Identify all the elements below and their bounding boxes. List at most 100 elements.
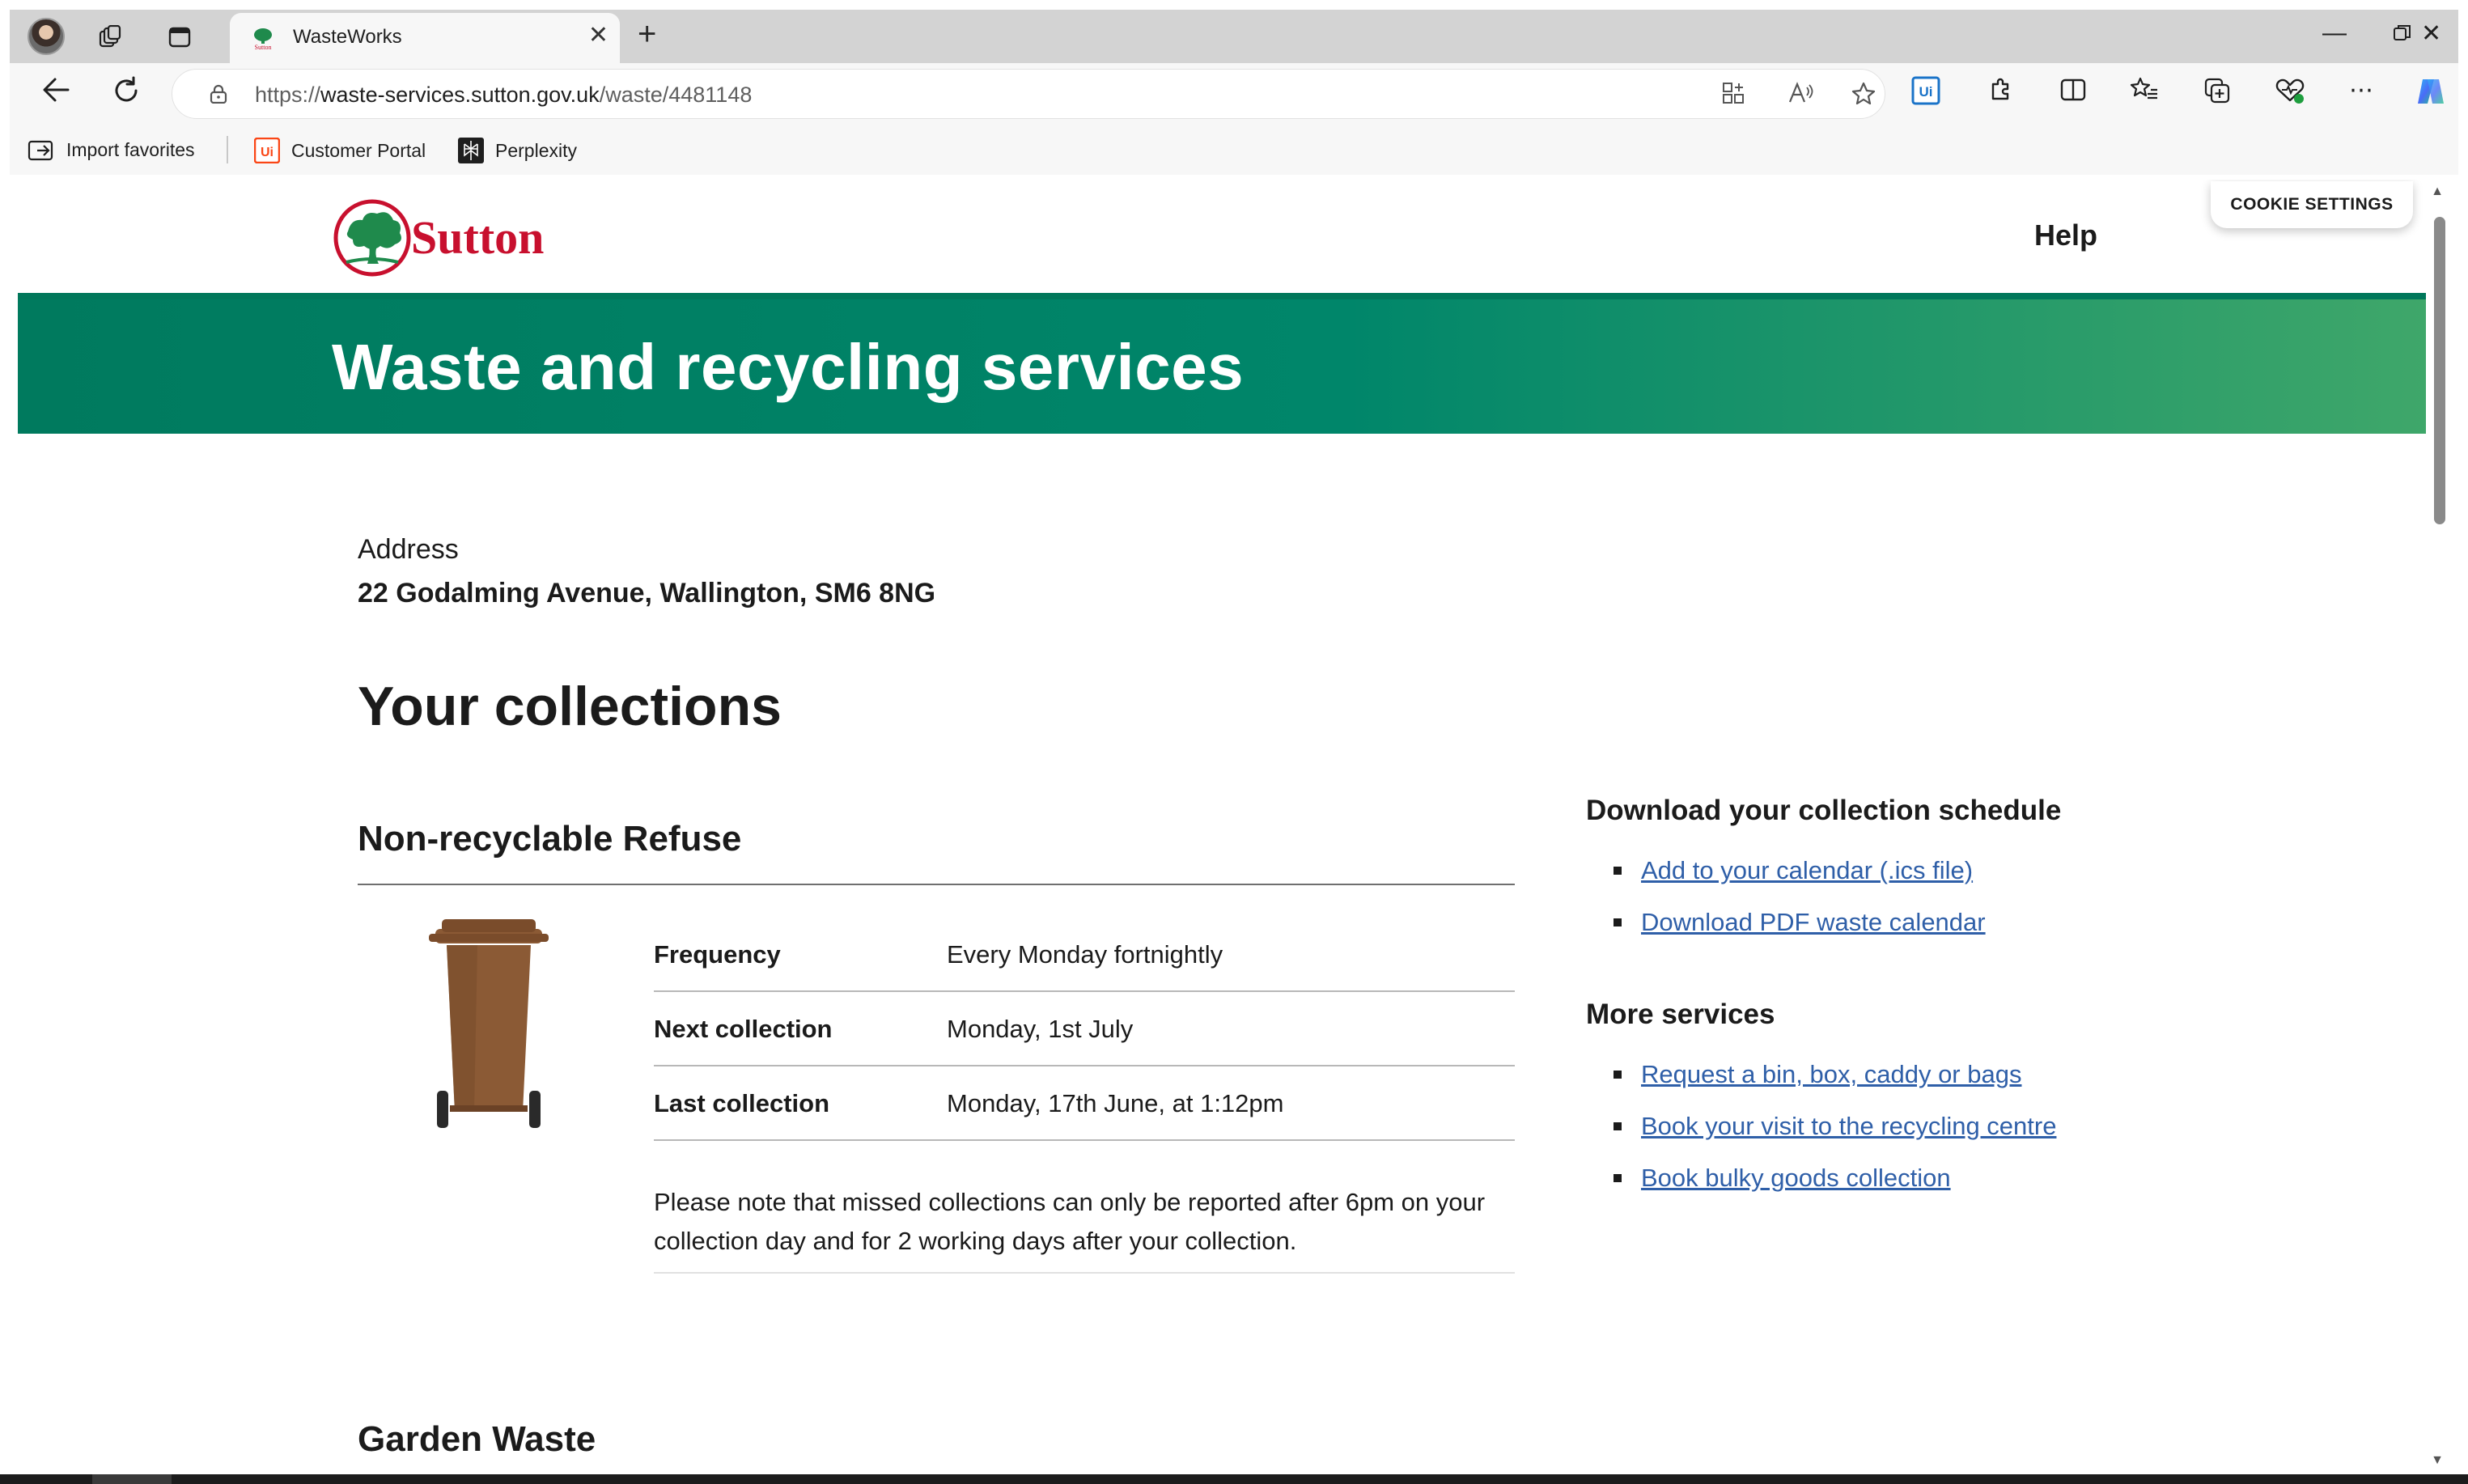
table-row: Last collection Monday, 17th June, at 1:… xyxy=(654,1066,1515,1141)
navigation-bar: https://waste-services.sutton.gov.uk/was… xyxy=(10,63,2458,125)
collections-icon[interactable] xyxy=(2201,76,2233,108)
missed-collection-note: Please note that missed collections can … xyxy=(654,1183,1515,1274)
new-tab-icon[interactable]: + xyxy=(638,16,656,53)
page-title: Waste and recycling services xyxy=(332,331,1245,403)
uipath-icon: Ui xyxy=(254,138,280,163)
bullet-icon xyxy=(1614,1174,1622,1182)
more-services-heading: More services xyxy=(1586,999,1775,1030)
scroll-up-icon[interactable]: ▲ xyxy=(2431,184,2444,199)
bullet-icon xyxy=(1614,1122,1622,1130)
address-bar[interactable]: https://waste-services.sutton.gov.uk/was… xyxy=(172,69,1885,119)
page-viewport: Sutton Help COOKIE SETTINGS Waste and re… xyxy=(18,180,2450,1473)
logo-wordmark: Sutton xyxy=(411,211,545,264)
lock-icon[interactable] xyxy=(210,84,227,104)
tab-bar: Sutton WasteWorks ✕ + — ✕ xyxy=(10,10,2458,63)
favorite-customer-portal[interactable]: Ui Customer Portal xyxy=(254,138,426,163)
list-item: Download PDF waste calendar xyxy=(1614,897,1986,948)
perplexity-icon xyxy=(458,138,484,163)
browser-essentials-icon[interactable] xyxy=(2274,76,2306,108)
workspaces-icon[interactable] xyxy=(94,21,126,53)
bullet-icon xyxy=(1614,1071,1622,1079)
service-heading-refuse: Non-recyclable Refuse xyxy=(358,819,742,859)
list-item: Book your visit to the recycling centre xyxy=(1614,1100,2056,1152)
collections-heading: Your collections xyxy=(358,676,782,737)
minimize-icon[interactable]: — xyxy=(2322,19,2347,47)
book-recycling-centre-link[interactable]: Book your visit to the recycling centre xyxy=(1641,1112,2056,1141)
address-value: 22 Godalming Avenue, Wallington, SM6 8NG xyxy=(358,578,936,608)
read-aloud-icon[interactable] xyxy=(1787,81,1813,112)
favorite-star-icon[interactable] xyxy=(1851,81,1876,113)
scroll-down-icon[interactable]: ▼ xyxy=(2431,1453,2444,1468)
list-item: Request a bin, box, caddy or bags xyxy=(1614,1049,2056,1100)
cookie-settings-button[interactable]: COOKIE SETTINGS xyxy=(2211,181,2413,228)
tab-wasteworks[interactable]: Sutton WasteWorks ✕ xyxy=(230,13,620,63)
tab-title: WasteWorks xyxy=(293,26,402,48)
row-label: Frequency xyxy=(654,940,781,969)
favorite-label: Customer Portal xyxy=(291,139,426,161)
more-services-list: Request a bin, box, caddy or bags Book y… xyxy=(1614,1049,2056,1204)
address-label: Address xyxy=(358,534,459,565)
add-to-calendar-link[interactable]: Add to your calendar (.ics file) xyxy=(1641,856,1973,885)
browser-window: Sutton WasteWorks ✕ + — ✕ https://waste-… xyxy=(0,0,2468,1484)
row-value: Monday, 1st July xyxy=(947,1015,1134,1043)
table-row: Frequency Every Monday fortnightly xyxy=(654,918,1515,992)
bullet-icon xyxy=(1614,918,1622,926)
url-scheme: https:// xyxy=(255,83,321,107)
sutton-tree-logo-icon xyxy=(333,199,411,277)
hero-banner: Waste and recycling services xyxy=(18,293,2431,434)
extensions-icon[interactable] xyxy=(1984,76,2016,108)
favorite-label: Perplexity xyxy=(495,139,577,161)
import-favorites-icon xyxy=(28,140,53,161)
close-window-icon[interactable]: ✕ xyxy=(2421,19,2441,48)
collection-details-table: Frequency Every Monday fortnightly Next … xyxy=(654,918,1515,1141)
svg-text:Sutton: Sutton xyxy=(255,44,272,50)
row-label: Next collection xyxy=(654,1015,833,1043)
row-value: Every Monday fortnightly xyxy=(947,940,1223,969)
svg-text:Ui: Ui xyxy=(1919,84,1933,100)
scroll-thumb[interactable] xyxy=(2434,217,2445,524)
refresh-icon[interactable] xyxy=(112,76,141,112)
brown-wheelie-bin-icon xyxy=(429,919,549,1128)
url-host: waste-services.sutton.gov.uk xyxy=(320,83,600,107)
table-row: Next collection Monday, 1st July xyxy=(654,992,1515,1066)
list-item: Book bulky goods collection xyxy=(1614,1152,2056,1204)
os-taskbar xyxy=(0,1474,2468,1484)
back-icon[interactable] xyxy=(40,76,71,111)
download-links-list: Add to your calendar (.ics file) Downloa… xyxy=(1614,845,1986,948)
split-screen-icon[interactable] xyxy=(2057,76,2089,108)
tab-close-icon[interactable]: ✕ xyxy=(588,21,609,49)
page-scrollbar[interactable]: ▲ ▼ xyxy=(2426,180,2450,1473)
row-label: Last collection xyxy=(654,1089,830,1117)
app-available-icon[interactable] xyxy=(1721,81,1745,112)
hero-top-border xyxy=(18,293,2431,299)
uipath-extension-icon[interactable]: Ui xyxy=(1910,76,1942,108)
favorites-icon[interactable] xyxy=(2128,76,2161,108)
vertical-tabs-icon[interactable] xyxy=(163,21,196,53)
bullet-icon xyxy=(1614,867,1622,875)
favorite-perplexity[interactable]: Perplexity xyxy=(458,138,577,163)
request-bin-link[interactable]: Request a bin, box, caddy or bags xyxy=(1641,1060,2021,1089)
help-link[interactable]: Help xyxy=(2034,218,2097,252)
svg-text:Ui: Ui xyxy=(261,146,274,159)
favorite-import[interactable]: Import favorites xyxy=(28,138,195,162)
favorites-bar: Import favorites Ui Customer Portal Perp… xyxy=(10,125,2458,175)
copilot-icon[interactable] xyxy=(2415,76,2447,108)
more-menu-icon[interactable]: ⋯ xyxy=(2345,76,2377,108)
favorite-label: Import favorites xyxy=(66,138,195,160)
book-bulky-goods-link[interactable]: Book bulky goods collection xyxy=(1641,1164,1951,1193)
url-path: /waste/4481148 xyxy=(599,83,753,107)
service-divider xyxy=(358,884,1515,885)
site-header: Sutton Help xyxy=(18,180,2431,293)
sutton-logo[interactable]: Sutton xyxy=(332,196,566,278)
sutton-favicon-icon: Sutton xyxy=(254,28,272,50)
favorites-separator xyxy=(227,136,228,163)
download-schedule-heading: Download your collection schedule xyxy=(1586,795,2062,826)
download-pdf-calendar-link[interactable]: Download PDF waste calendar xyxy=(1641,908,1986,937)
row-value: Monday, 17th June, at 1:12pm xyxy=(947,1089,1284,1117)
list-item: Add to your calendar (.ics file) xyxy=(1614,845,1986,897)
profile-avatar[interactable] xyxy=(28,18,65,55)
restore-icon[interactable] xyxy=(2392,23,2413,50)
url-text[interactable]: https://waste-services.sutton.gov.uk/was… xyxy=(255,83,752,108)
taskbar-item[interactable] xyxy=(92,1474,172,1484)
service-heading-garden: Garden Waste xyxy=(358,1419,596,1459)
